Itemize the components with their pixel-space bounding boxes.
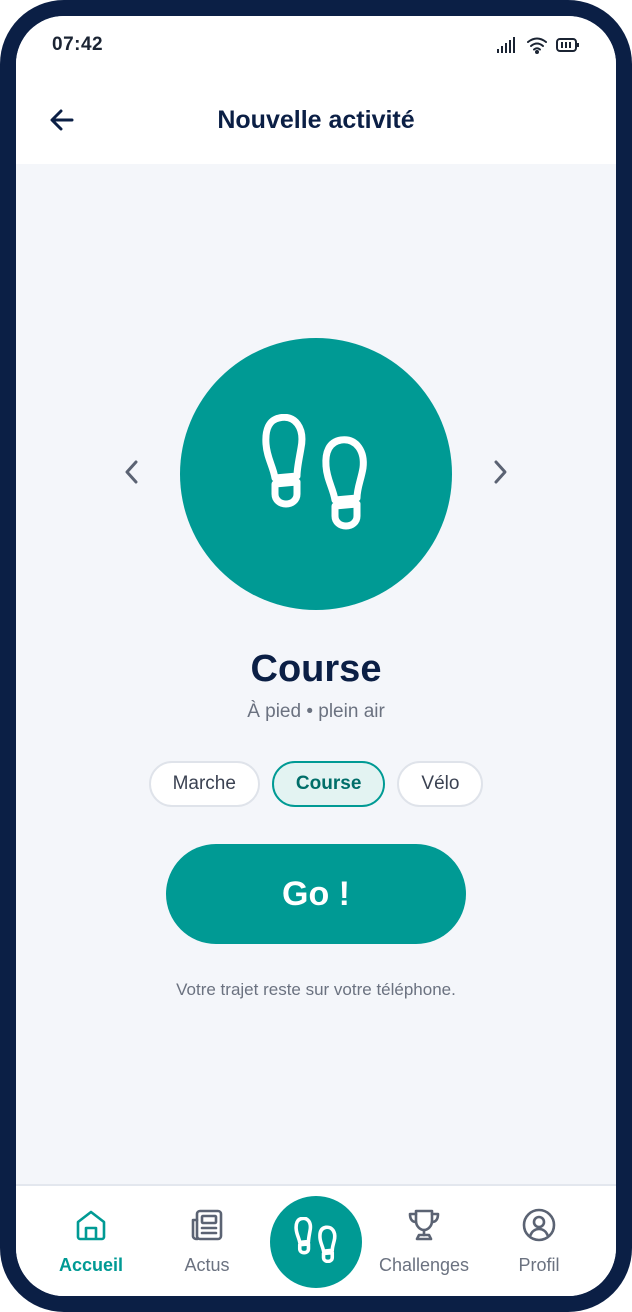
next-activity-button[interactable] bbox=[480, 454, 520, 494]
chip-course[interactable]: Course bbox=[271, 761, 386, 807]
nav-label-actus: Actus bbox=[184, 1255, 230, 1275]
go-button[interactable]: Go ! bbox=[166, 844, 466, 944]
nav-item-accueil[interactable]: Accueil bbox=[36, 1208, 146, 1278]
start-activity-fab[interactable] bbox=[270, 1196, 362, 1288]
chevron-left-icon bbox=[122, 458, 142, 491]
status-time: 07:42 bbox=[52, 34, 104, 55]
activity-type-chips: Marche Course Vélo bbox=[16, 761, 616, 807]
screen: 07:42 Nouvelle activité Course À pied • … bbox=[16, 16, 616, 1296]
nav-label-accueil: Accueil bbox=[58, 1255, 124, 1275]
battery-icon bbox=[556, 37, 580, 58]
user-circle-icon bbox=[522, 1208, 556, 1247]
footprints-icon bbox=[294, 1216, 338, 1268]
phone-frame: 07:42 Nouvelle activité Course À pied • … bbox=[0, 0, 632, 1312]
activity-name: Course bbox=[250, 648, 382, 690]
home-icon bbox=[74, 1208, 108, 1247]
nav-item-challenges[interactable]: Challenges bbox=[369, 1208, 479, 1278]
status-bar: 07:42 bbox=[16, 16, 616, 80]
previous-activity-button[interactable] bbox=[112, 454, 152, 494]
wifi-icon bbox=[526, 36, 548, 59]
nav-item-profil[interactable]: Profil bbox=[484, 1208, 594, 1278]
status-icons bbox=[496, 36, 580, 59]
nav-label-profil: Profil bbox=[518, 1255, 560, 1275]
app-header: Nouvelle activité bbox=[16, 80, 616, 164]
activity-subtitle: À pied • plein air bbox=[247, 701, 385, 722]
bottom-nav: Accueil Actus Challenges Profil bbox=[16, 1184, 616, 1296]
activity-icon-circle bbox=[180, 338, 452, 610]
chip-velo[interactable]: Vélo bbox=[397, 761, 484, 807]
trophy-icon bbox=[407, 1208, 441, 1247]
privacy-note: Votre trajet reste sur votre téléphone. bbox=[176, 980, 456, 999]
chevron-right-icon bbox=[490, 458, 510, 491]
page-title: Nouvelle activité bbox=[217, 106, 415, 134]
nav-label-challenges: Challenges bbox=[378, 1255, 470, 1275]
nav-item-actus[interactable]: Actus bbox=[152, 1208, 262, 1278]
newspaper-icon bbox=[190, 1208, 224, 1247]
chip-marche[interactable]: Marche bbox=[148, 761, 260, 807]
signal-icon bbox=[496, 36, 518, 59]
footprints-icon bbox=[261, 413, 371, 535]
